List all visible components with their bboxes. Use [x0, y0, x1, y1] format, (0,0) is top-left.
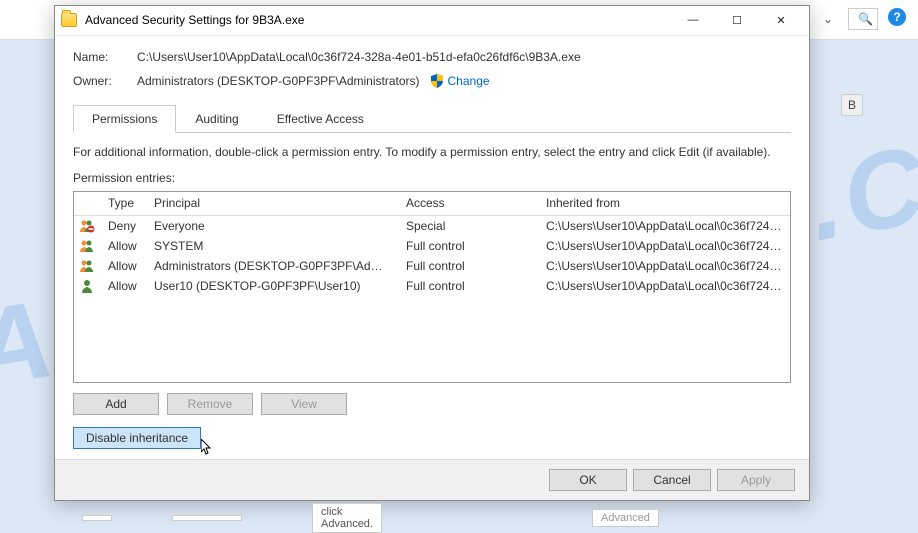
tabs: Permissions Auditing Effective Access: [73, 104, 791, 133]
apply-button: Apply: [717, 469, 795, 491]
window-title: Advanced Security Settings for 9B3A.exe: [85, 13, 671, 27]
table-row[interactable]: Allow SYSTEM Full control C:\Users\User1…: [74, 236, 790, 256]
owner-row: Owner: Administrators (DESKTOP-G0PF3PF\A…: [73, 74, 791, 88]
change-owner-link[interactable]: Change: [448, 74, 490, 88]
group-icon: [74, 239, 100, 253]
table-row[interactable]: Allow Administrators (DESKTOP-G0PF3PF\Ad…: [74, 256, 790, 276]
info-text: For additional information, double-click…: [73, 145, 791, 159]
cell-principal: SYSTEM: [146, 239, 398, 253]
owner-value: Administrators (DESKTOP-G0PF3PF\Administ…: [137, 74, 420, 88]
user-icon: [74, 279, 100, 293]
remove-button: Remove: [167, 393, 253, 415]
titlebar: Advanced Security Settings for 9B3A.exe …: [55, 6, 809, 36]
help-icon[interactable]: ?: [888, 8, 906, 26]
window-buttons: — ☐ ✕: [671, 6, 803, 34]
name-value: C:\Users\User10\AppData\Local\0c36f724-3…: [137, 50, 581, 64]
tab-effective-access[interactable]: Effective Access: [258, 105, 383, 133]
group-icon: [74, 259, 100, 273]
inheritance-row: Disable inheritance: [73, 427, 791, 449]
background-b-button[interactable]: B: [841, 94, 863, 116]
col-type[interactable]: Type: [100, 196, 146, 210]
dialog-footer: OK Cancel Apply: [55, 459, 809, 500]
cell-principal: User10 (DESKTOP-G0PF3PF\User10): [146, 279, 398, 293]
maximize-button[interactable]: ☐: [715, 6, 759, 34]
ok-button[interactable]: OK: [549, 469, 627, 491]
cell-access: Full control: [398, 279, 538, 293]
chevron-down-icon[interactable]: ⌄: [816, 8, 840, 30]
shield-icon: [430, 74, 444, 88]
view-button: View: [261, 393, 347, 415]
owner-label: Owner:: [73, 74, 137, 88]
cell-type: Allow: [100, 259, 146, 273]
close-button[interactable]: ✕: [759, 6, 803, 34]
search-fragment[interactable]: 🔍: [848, 8, 878, 30]
grid-header: Type Principal Access Inherited from: [74, 192, 790, 216]
cell-principal: Everyone: [146, 219, 398, 233]
cursor-icon: [201, 439, 217, 460]
cancel-button[interactable]: Cancel: [633, 469, 711, 491]
cell-access: Special: [398, 219, 538, 233]
permission-grid[interactable]: Type Principal Access Inherited from Den…: [73, 191, 791, 383]
group-deny-icon: [74, 219, 100, 233]
table-row[interactable]: Allow User10 (DESKTOP-G0PF3PF\User10) Fu…: [74, 276, 790, 296]
security-settings-window: Advanced Security Settings for 9B3A.exe …: [54, 5, 810, 501]
cell-inherited: C:\Users\User10\AppData\Local\0c36f724-3…: [538, 259, 790, 273]
cell-principal: Administrators (DESKTOP-G0PF3PF\Admini..…: [146, 259, 398, 273]
name-label: Name:: [73, 50, 137, 64]
cell-inherited: C:\Users\User10\AppData\Local\0c36f724-3…: [538, 279, 790, 293]
cell-access: Full control: [398, 259, 538, 273]
cell-type: Allow: [100, 239, 146, 253]
table-row[interactable]: Deny Everyone Special C:\Users\User10\Ap…: [74, 216, 790, 236]
cell-type: Deny: [100, 219, 146, 233]
window-content: Name: C:\Users\User10\AppData\Local\0c36…: [55, 36, 809, 459]
col-access[interactable]: Access: [398, 196, 538, 210]
col-principal[interactable]: Principal: [146, 196, 398, 210]
search-icon: 🔍: [858, 12, 873, 26]
name-row: Name: C:\Users\User10\AppData\Local\0c36…: [73, 50, 791, 64]
add-button[interactable]: Add: [73, 393, 159, 415]
folder-icon: [61, 13, 77, 27]
cell-access: Full control: [398, 239, 538, 253]
minimize-button[interactable]: —: [671, 6, 715, 34]
cell-inherited: C:\Users\User10\AppData\Local\0c36f724-3…: [538, 239, 790, 253]
entries-label: Permission entries:: [73, 171, 791, 185]
cell-inherited: C:\Users\User10\AppData\Local\0c36f724-3…: [538, 219, 790, 233]
col-inherited[interactable]: Inherited from: [538, 196, 790, 210]
entry-buttons: Add Remove View: [73, 393, 791, 415]
tab-auditing[interactable]: Auditing: [176, 105, 257, 133]
disable-inheritance-button[interactable]: Disable inheritance: [73, 427, 201, 449]
tab-permissions[interactable]: Permissions: [73, 105, 176, 133]
background-fragments: click Advanced. Advanced: [82, 506, 242, 530]
cell-type: Allow: [100, 279, 146, 293]
